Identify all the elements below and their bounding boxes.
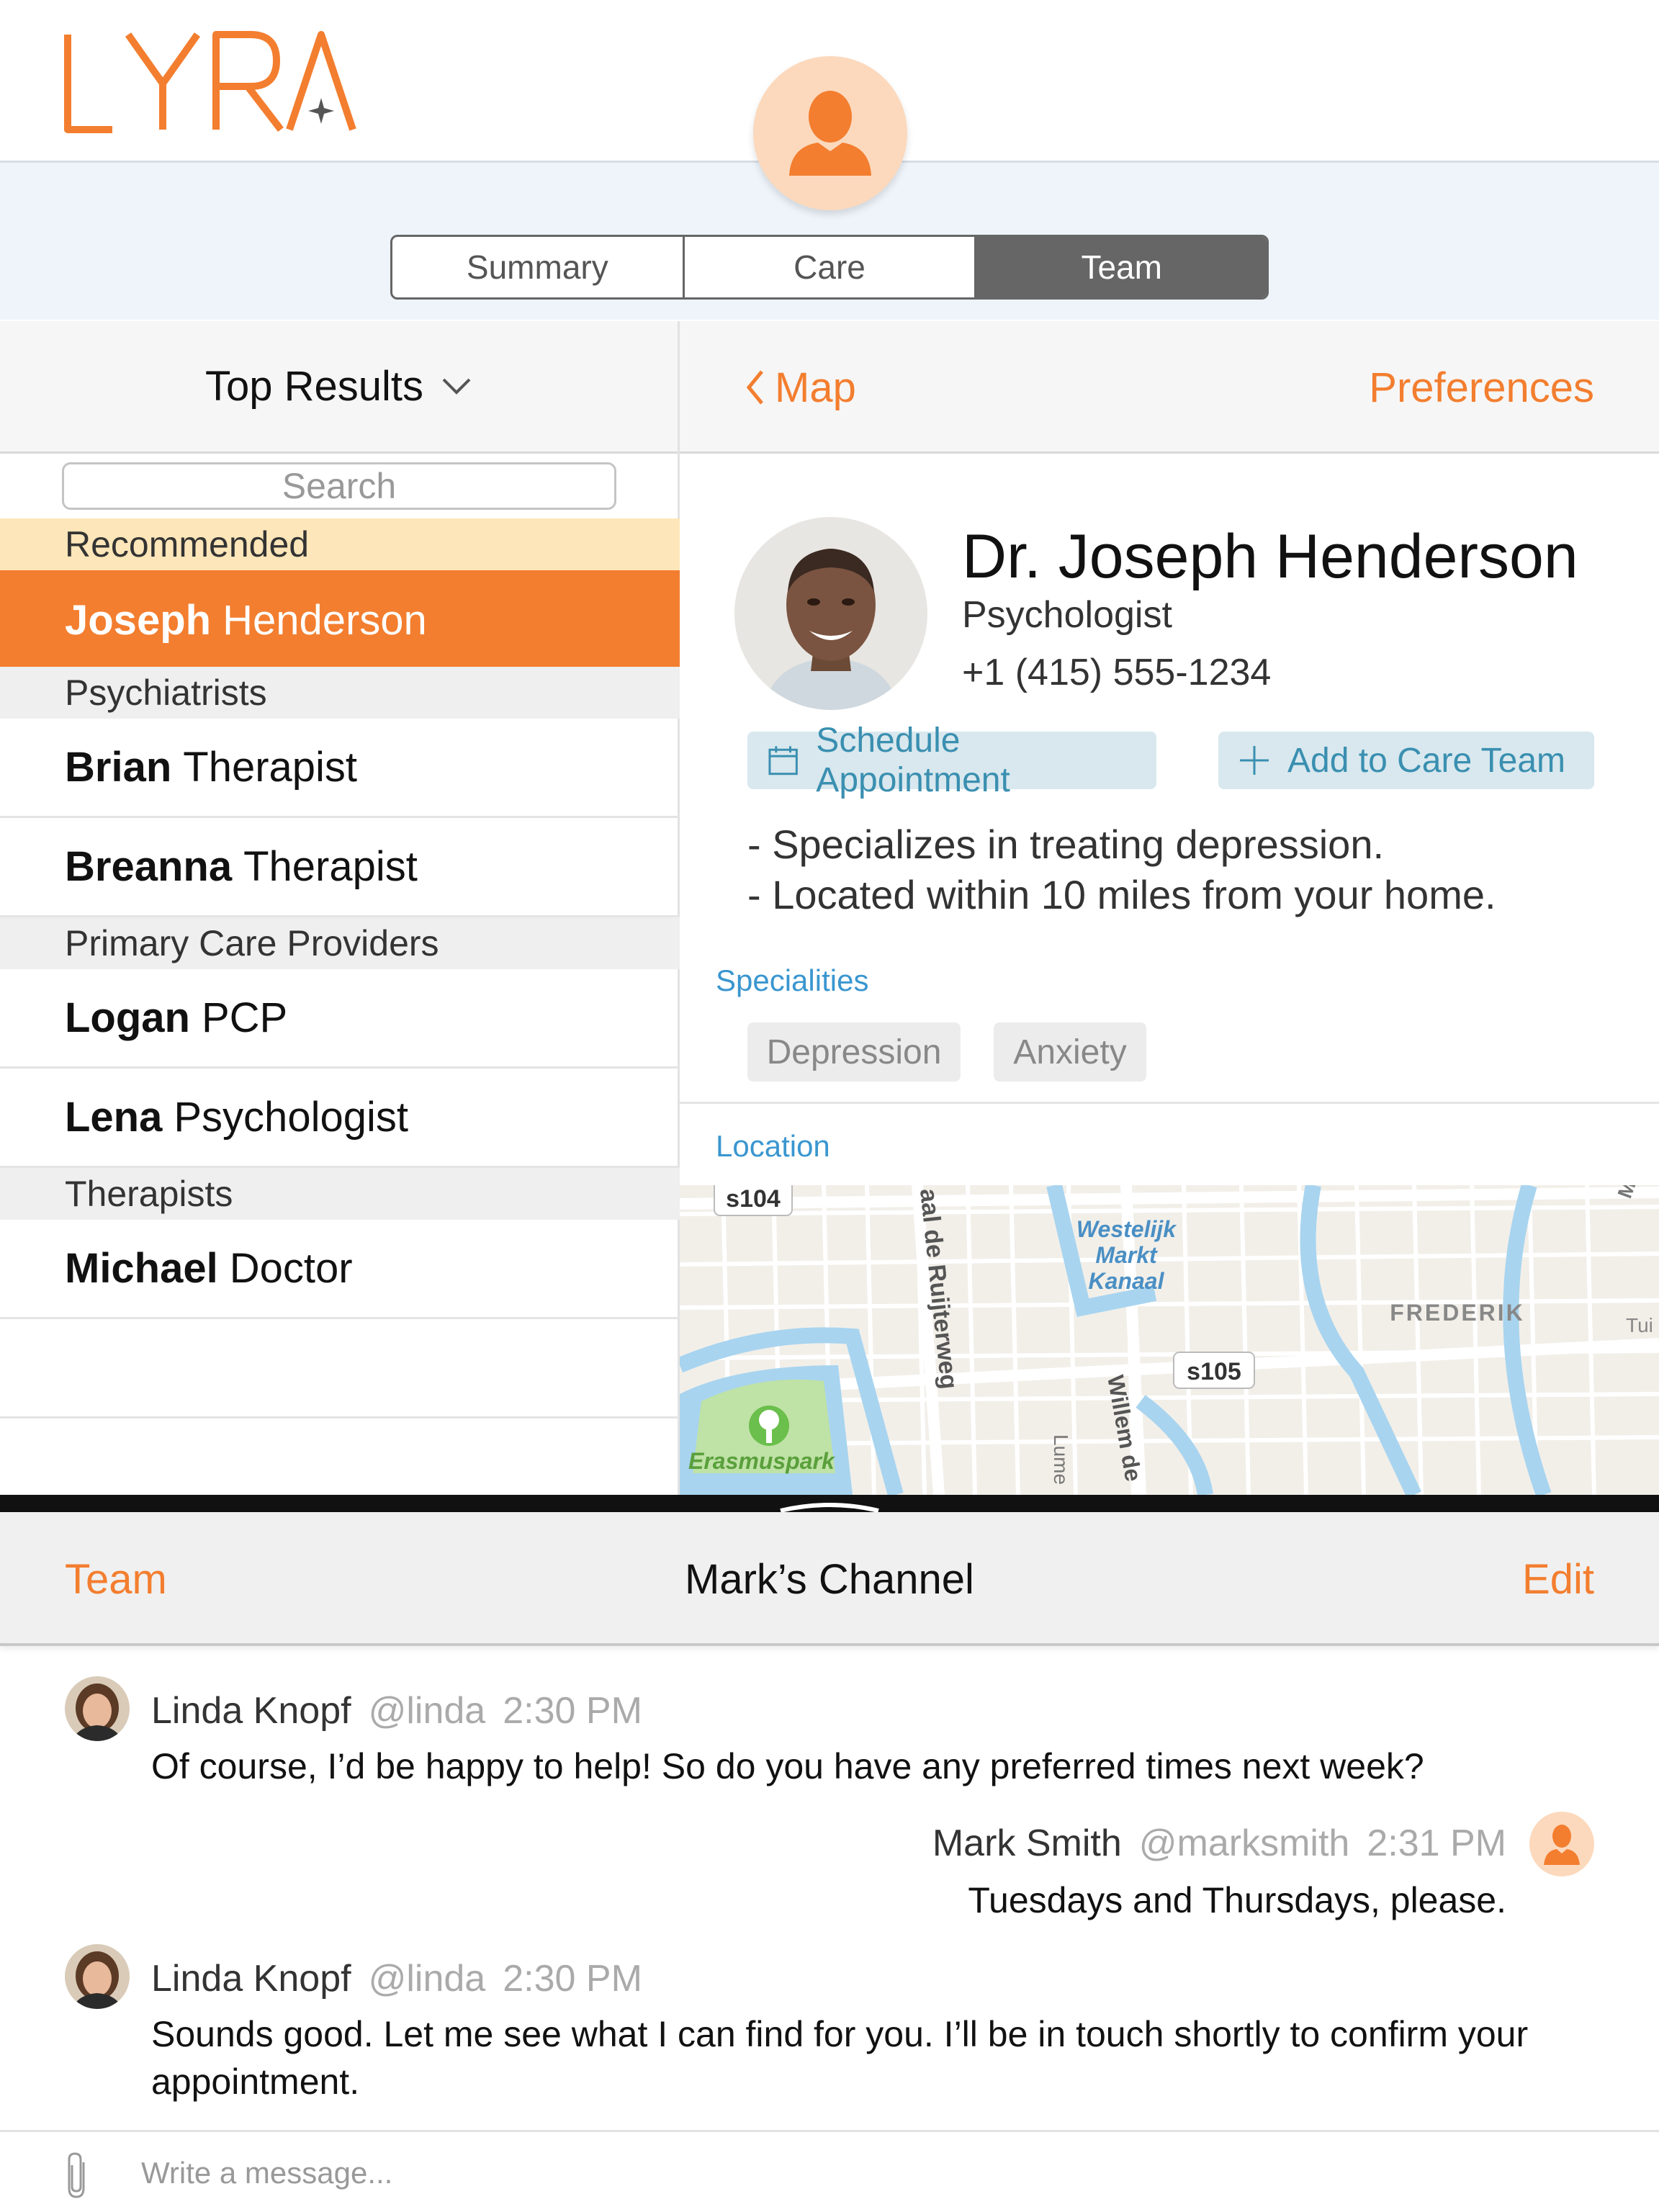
chat-team-button[interactable]: Team bbox=[65, 1512, 167, 1646]
schedule-appointment-button[interactable]: Schedule Appointment bbox=[747, 721, 1156, 799]
results-panel: Top Results Search Recommended Joseph Hen… bbox=[0, 321, 680, 1495]
message-author[interactable]: Mark Smith bbox=[932, 1822, 1122, 1864]
map-label-westelijk: Westelijk bbox=[1076, 1216, 1177, 1242]
back-to-map-button[interactable]: Map bbox=[745, 321, 856, 454]
message-composer: Write a message... bbox=[0, 2130, 1659, 2212]
person-icon bbox=[789, 91, 871, 176]
list-item-logan-pcp[interactable]: Logan PCP bbox=[0, 969, 680, 1069]
provider-name: Dr. Joseph Henderson bbox=[962, 522, 1578, 591]
tab-care[interactable]: Care bbox=[685, 237, 977, 297]
calendar-icon bbox=[768, 746, 798, 775]
speciality-tag-anxiety[interactable]: Anxiety bbox=[994, 1022, 1146, 1082]
add-to-care-team-button[interactable]: Add to Care Team bbox=[1218, 732, 1594, 789]
list-item-empty bbox=[0, 1319, 680, 1419]
location-label: Location bbox=[716, 1129, 830, 1163]
avatar[interactable] bbox=[65, 1676, 130, 1741]
message-time: 2:30 PM bbox=[503, 1958, 642, 2000]
provider-note-1: - Specializes in treating depression. bbox=[747, 822, 1385, 867]
provider-phone[interactable]: +1 (415) 555-1234 bbox=[962, 651, 1271, 694]
attachment-icon[interactable] bbox=[62, 2151, 91, 2200]
provider-role: Psychologist bbox=[962, 594, 1172, 636]
map-label-kanaal: Kanaal bbox=[1089, 1268, 1165, 1294]
app-header: Summary Care Team bbox=[0, 0, 1659, 320]
channel-title: Mark’s Channel bbox=[685, 1555, 974, 1603]
map-label-lume: Lume bbox=[1050, 1434, 1072, 1485]
map-label-frederik: FREDERIK bbox=[1390, 1300, 1525, 1326]
list-item-lena-psychologist[interactable]: Lena Psychologist bbox=[0, 1069, 680, 1168]
section-header-recommended: Recommended bbox=[0, 518, 680, 570]
map-label-markt: Markt bbox=[1095, 1242, 1158, 1268]
message-3-text: Sounds good. Let me see what I can find … bbox=[151, 2014, 1529, 2102]
list-item-michael-doctor[interactable]: Michael Doctor bbox=[0, 1220, 680, 1319]
map-label-tui: Tui bbox=[1626, 1314, 1653, 1336]
tab-team[interactable]: Team bbox=[976, 237, 1267, 297]
plus-icon bbox=[1240, 746, 1269, 775]
map-label-erasmuspark: Erasmuspark bbox=[688, 1448, 836, 1474]
message-1-meta: Linda Knopf @linda 2:30 PM bbox=[151, 1689, 642, 1732]
person-icon bbox=[1544, 1825, 1580, 1865]
message-input[interactable]: Write a message... bbox=[141, 2132, 392, 2212]
message-2-text: Tuesdays and Thursdays, please. bbox=[968, 1880, 1506, 1920]
message-handle[interactable]: @marksmith bbox=[1139, 1822, 1350, 1864]
message-author[interactable]: Linda Knopf bbox=[151, 1958, 351, 2000]
section-header-primary-care: Primary Care Providers bbox=[0, 917, 680, 969]
specialities-label: Specialities bbox=[716, 963, 869, 997]
message-time: 2:31 PM bbox=[1367, 1822, 1506, 1864]
tab-summary[interactable]: Summary bbox=[392, 237, 685, 297]
list-item-joseph-henderson[interactable]: Joseph Henderson bbox=[0, 570, 680, 670]
detail-nav-bar: Map Preferences bbox=[680, 321, 1659, 454]
lyra-logo bbox=[64, 31, 356, 133]
avatar[interactable] bbox=[1529, 1812, 1594, 1876]
section-header-therapists: Therapists bbox=[0, 1168, 680, 1220]
divider bbox=[680, 1102, 1659, 1104]
results-dropdown[interactable]: Top Results bbox=[0, 321, 678, 454]
chevron-left-icon bbox=[746, 370, 763, 405]
drag-handle-icon[interactable] bbox=[778, 1499, 881, 1512]
list-item-brian-therapist[interactable]: Brian Therapist bbox=[0, 719, 680, 818]
message-time: 2:30 PM bbox=[503, 1690, 642, 1732]
message-handle[interactable]: @linda bbox=[369, 1958, 486, 2000]
search-input[interactable]: Search bbox=[62, 462, 616, 510]
section-tabs: Summary Care Team bbox=[390, 235, 1269, 300]
list-item-breanna-therapist[interactable]: Breanna Therapist bbox=[0, 818, 680, 917]
avatar[interactable] bbox=[65, 1944, 130, 2009]
message-author[interactable]: Linda Knopf bbox=[151, 1690, 351, 1732]
chat-nav-bar: Mark’s Channel Team Edit bbox=[0, 1512, 1659, 1646]
user-avatar[interactable] bbox=[753, 56, 907, 210]
back-label: Map bbox=[775, 364, 856, 411]
add-care-label: Add to Care Team bbox=[1287, 741, 1565, 780]
message-1-text: Of course, I’d be happy to help! So do y… bbox=[151, 1746, 1424, 1786]
preferences-button[interactable]: Preferences bbox=[1369, 321, 1594, 454]
map-label-s105: s105 bbox=[1187, 1358, 1241, 1385]
provider-note-2: - Located within 10 miles from your home… bbox=[747, 872, 1496, 917]
location-map[interactable]: s104 s105 aal de Ruijterweg Westelijk Ma… bbox=[680, 1185, 1659, 1495]
message-3-meta: Linda Knopf @linda 2:30 PM bbox=[151, 1957, 642, 2000]
map-label-s104: s104 bbox=[726, 1185, 781, 1213]
speciality-tag-depression[interactable]: Depression bbox=[747, 1022, 961, 1082]
message-handle[interactable]: @linda bbox=[369, 1690, 486, 1732]
provider-detail-panel: Map Preferences Dr. Joseph Henderson Psy… bbox=[680, 321, 1659, 1495]
chevron-down-icon bbox=[442, 378, 471, 395]
section-header-psychiatrists: Psychiatrists bbox=[0, 667, 680, 719]
provider-photo bbox=[734, 517, 927, 710]
chat-edit-button[interactable]: Edit bbox=[1522, 1512, 1594, 1646]
schedule-label: Schedule Appointment bbox=[816, 721, 1010, 799]
results-title: Top Results bbox=[204, 363, 424, 410]
message-2-meta: Mark Smith @marksmith 2:31 PM bbox=[932, 1822, 1506, 1865]
